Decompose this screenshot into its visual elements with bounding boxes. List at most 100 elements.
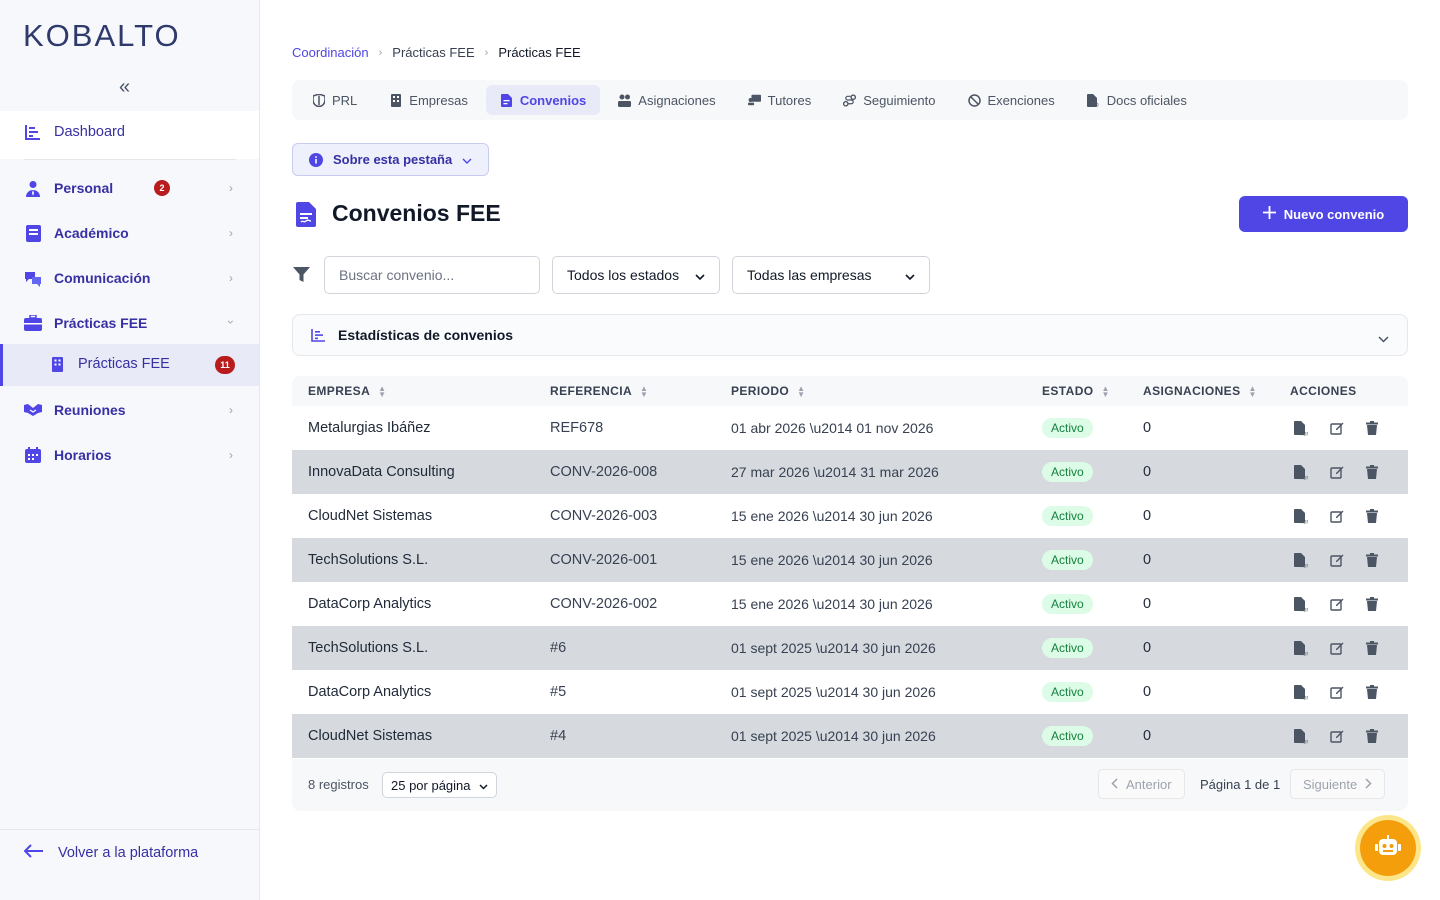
sidebar-item-practicas-fee[interactable]: Prácticas FEE [24, 314, 147, 332]
sidebar-subitem-practicas-fee[interactable]: Prácticas FEE 11 [0, 344, 259, 386]
download-pdf-icon[interactable]: PDF [1294, 685, 1308, 700]
cell-periodo: 01 sept 2025 \u2014 30 jun 2026 [731, 728, 936, 744]
status-badge: Activo [1042, 638, 1093, 658]
notification-badge: 11 [215, 356, 235, 374]
cell-periodo: 27 mar 2026 \u2014 31 mar 2026 [731, 464, 939, 480]
delete-icon[interactable] [1366, 729, 1380, 743]
search-input[interactable] [324, 256, 540, 294]
column-header-asignaciones[interactable]: ASIGNACIONES ▲ ▼ [1143, 384, 1257, 398]
edit-icon[interactable] [1330, 509, 1344, 523]
delete-icon[interactable] [1366, 641, 1380, 655]
tab-asignaciones[interactable]: Asignaciones [604, 85, 729, 115]
tab-convenios[interactable]: Convenios [485, 85, 601, 115]
tab-label: PRL [332, 92, 358, 108]
brand-logo[interactable]: KOBALTO [23, 18, 181, 54]
edit-icon[interactable] [1330, 597, 1344, 611]
sidebar-item-horarios[interactable]: Horarios [24, 446, 112, 464]
cell-referencia: CONV-2026-001 [550, 552, 658, 568]
column-header-empresa[interactable]: EMPRESA ▲ ▼ [308, 384, 386, 398]
download-pdf-icon[interactable]: PDF [1294, 465, 1308, 480]
edit-icon[interactable] [1330, 465, 1344, 479]
sidebar-item-reuniones[interactable]: Reuniones [24, 401, 126, 419]
sidebar-item-dashboard[interactable]: Dashboard [0, 111, 259, 159]
new-agreement-button[interactable]: Nuevo convenio [1239, 196, 1408, 232]
company-select[interactable]: Todas las empresas [732, 256, 930, 294]
row-actions: PDF [1294, 553, 1380, 568]
back-to-platform-link[interactable]: Volver a la plataforma [23, 844, 199, 862]
previous-page-button[interactable]: Anterior [1098, 769, 1185, 799]
status-badge: Activo [1042, 594, 1093, 614]
edit-icon[interactable] [1330, 421, 1344, 435]
tab-bar: PRL Empresas Convenios Asignaciones Tuto… [292, 80, 1408, 120]
download-pdf-icon[interactable]: PDF [1294, 641, 1308, 656]
column-header-acciones: ACCIONES [1290, 384, 1357, 398]
table-row[interactable]: Metalurgias Ibáñez REF678 01 abr 2026 \u20… [292, 406, 1408, 450]
contract-icon [500, 93, 513, 107]
breadcrumb-item-practicas[interactable]: Prácticas FEE [392, 45, 474, 60]
download-pdf-icon[interactable]: PDF [1294, 553, 1308, 568]
edit-icon[interactable] [1330, 641, 1344, 655]
table-row[interactable]: CloudNet Sistemas CONV-2026-003 15 ene 202… [292, 494, 1408, 538]
table-row[interactable]: InnovaData Consulting CONV-2026-008 27 mar… [292, 450, 1408, 494]
next-page-button[interactable]: Siguiente [1290, 769, 1386, 799]
sidebar-item-personal[interactable]: Personal [24, 179, 113, 197]
building-icon [52, 357, 63, 377]
sidebar-item-label: Reuniones [54, 402, 126, 418]
cell-periodo: 01 sept 2025 \u2014 30 jun 2026 [731, 640, 936, 656]
delete-icon[interactable] [1366, 421, 1380, 435]
column-header-label: ASIGNACIONES [1143, 384, 1241, 398]
sidebar-item-label: Comunicación [54, 270, 151, 286]
sidebar-item-comunicacion[interactable]: Comunicación [24, 269, 150, 287]
column-header-periodo[interactable]: PERIODO ▲ ▼ [731, 384, 805, 398]
sidebar-subitem-label: Prácticas FEE [78, 356, 170, 372]
cell-asignaciones: 0 [1143, 464, 1152, 480]
table-row[interactable]: DataCorp Analytics #5 01 sept 2025 \u2014 … [292, 670, 1408, 714]
delete-icon[interactable] [1366, 597, 1380, 611]
sidebar-item-academico[interactable]: Académico [24, 224, 129, 242]
column-header-estado[interactable]: ESTADO ▲ ▼ [1042, 384, 1110, 398]
cell-asignaciones: 0 [1143, 684, 1152, 700]
edit-icon[interactable] [1330, 685, 1344, 699]
cell-empresa: Metalurgias Ibáñez [308, 420, 431, 436]
delete-icon[interactable] [1366, 553, 1380, 567]
record-count: 8 registros [308, 777, 369, 792]
tab-exenciones[interactable]: Exenciones [954, 85, 1069, 115]
chevron-right-icon: › [229, 448, 233, 462]
table-row[interactable]: TechSolutions S.L. CONV-2026-001 15 ene 20… [292, 538, 1408, 582]
tab-tutores[interactable]: Tutores [734, 85, 826, 115]
chevron-right-icon [1365, 777, 1372, 792]
cell-empresa: DataCorp Analytics [308, 596, 432, 612]
chevron-down-icon [478, 778, 488, 793]
tab-prl[interactable]: PRL [298, 85, 371, 115]
svg-text:PDF: PDF [1301, 432, 1308, 437]
download-pdf-icon[interactable]: PDF [1294, 729, 1308, 744]
cell-referencia: REF678 [550, 420, 604, 436]
cell-asignaciones: 0 [1143, 640, 1152, 656]
tab-empresas[interactable]: Empresas [375, 85, 482, 115]
delete-icon[interactable] [1366, 465, 1380, 479]
row-actions: PDF [1294, 685, 1380, 700]
per-page-select[interactable]: 25 por página [382, 772, 497, 798]
status-select[interactable]: Todos los estados [552, 256, 720, 294]
delete-icon[interactable] [1366, 509, 1380, 523]
edit-icon[interactable] [1330, 553, 1344, 567]
collapse-sidebar-icon[interactable]: « [119, 76, 130, 99]
delete-icon[interactable] [1366, 685, 1380, 699]
about-tab-button[interactable]: Sobre esta pestaña [292, 143, 489, 176]
stats-panel-toggle[interactable]: Estadísticas de convenios [292, 314, 1408, 356]
tab-docs-oficiales[interactable]: PDF Docs oficiales [1073, 85, 1201, 115]
download-pdf-icon[interactable]: PDF [1294, 509, 1308, 524]
tab-seguimiento[interactable]: Seguimiento [829, 85, 949, 115]
breadcrumb-item-coordinacion[interactable]: Coordinación [292, 45, 369, 60]
back-to-platform-label: Volver a la plataforma [58, 845, 199, 861]
download-pdf-icon[interactable]: PDF [1294, 421, 1308, 437]
column-header-referencia[interactable]: REFERENCIA ▲ ▼ [550, 384, 648, 398]
user-tie-icon [24, 179, 42, 197]
table-row[interactable]: TechSolutions S.L. #6 01 sept 2025 \u2014 … [292, 626, 1408, 670]
table-row[interactable]: CloudNet Sistemas #4 01 sept 2025 \u2014 3… [292, 714, 1408, 758]
assistant-bot-button[interactable] [1360, 820, 1416, 876]
download-pdf-icon[interactable]: PDF [1294, 597, 1308, 612]
edit-icon[interactable] [1330, 729, 1344, 743]
chevron-right-icon: › [229, 226, 233, 240]
table-row[interactable]: DataCorp Analytics CONV-2026-002 15 ene 20… [292, 582, 1408, 626]
